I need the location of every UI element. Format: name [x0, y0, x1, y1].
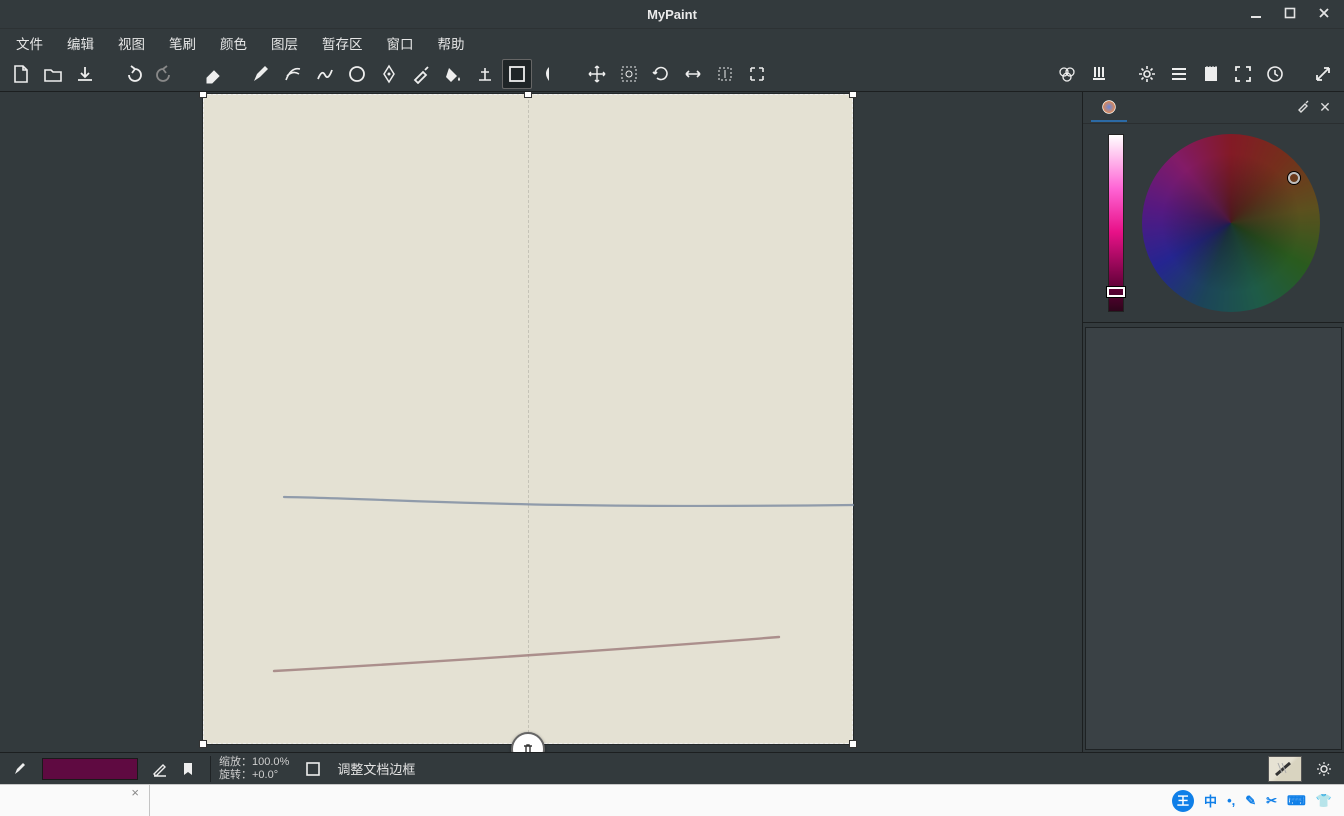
frame-handle-tr[interactable] — [849, 92, 857, 98]
canvas-viewport[interactable] — [0, 92, 1082, 752]
mode-label: 调整文档边框 — [337, 759, 415, 778]
status-edit-icon[interactable] — [146, 756, 174, 782]
frame-handle-bl[interactable] — [199, 740, 207, 748]
close-button[interactable] — [1318, 6, 1330, 22]
zoom-label: 缩放： — [219, 756, 252, 768]
color-panel-header: ✕ — [1083, 92, 1344, 124]
fit-screen-icon[interactable] — [742, 59, 772, 89]
zoom-value: 100.0% — [252, 756, 289, 768]
tray-item-0[interactable]: 中 — [1204, 791, 1217, 810]
ink-pen-icon[interactable] — [374, 59, 404, 89]
settings-icon[interactable] — [1132, 59, 1162, 89]
color-panel: ✕ — [1083, 92, 1344, 323]
menu-help[interactable]: 帮助 — [426, 29, 477, 57]
frame-icon[interactable] — [502, 59, 532, 89]
new-file-icon[interactable] — [6, 59, 36, 89]
color-wheel-cursor[interactable] — [1288, 172, 1300, 184]
status-bar: 缩放：100.0% 旋转：+0.0° 调整文档边框 — [0, 752, 1344, 784]
expand-icon[interactable] — [1308, 59, 1338, 89]
window-controls — [1250, 6, 1344, 22]
lines-icon[interactable] — [278, 59, 308, 89]
tray-item-1[interactable]: •, — [1227, 793, 1235, 808]
freehand-curve-icon[interactable] — [310, 59, 340, 89]
symmetry-icon[interactable] — [534, 59, 564, 89]
stroke-1 — [204, 495, 854, 519]
menu-view[interactable]: 视图 — [106, 29, 157, 57]
main-toolbar — [0, 56, 1344, 92]
menu-layer[interactable]: 图层 — [259, 29, 310, 57]
status-brush-icon[interactable] — [6, 756, 34, 782]
taskbar-tab[interactable]: × — [0, 785, 150, 816]
menu-window[interactable]: 窗口 — [375, 29, 426, 57]
eraser-icon[interactable] — [198, 59, 228, 89]
status-settings-icon[interactable] — [1310, 756, 1338, 782]
value-strip[interactable] — [1108, 134, 1124, 312]
scratchpad-icon[interactable] — [1196, 59, 1226, 89]
tray-item-2[interactable]: ✎ — [1245, 793, 1256, 809]
frame-handle-tl[interactable] — [199, 92, 207, 98]
menu-bar: 文件 编辑 视图 笔刷 颜色 图层 暂存区 窗口 帮助 — [0, 28, 1344, 56]
window-titlebar: MyPaint — [0, 0, 1344, 28]
gradient-icon[interactable] — [470, 59, 500, 89]
stroke-2 — [204, 635, 854, 675]
color-picker-icon[interactable] — [406, 59, 436, 89]
zoom-rotation-info: 缩放：100.0% 旋转：+0.0° — [219, 756, 289, 780]
flood-fill-icon[interactable] — [438, 59, 468, 89]
redo-icon[interactable] — [150, 59, 180, 89]
ellipse-icon[interactable] — [342, 59, 372, 89]
ime-badge-icon[interactable]: 王 — [1172, 790, 1194, 812]
rotation-value: +0.0° — [252, 769, 278, 781]
options-icon[interactable] — [1164, 59, 1194, 89]
menu-scratch[interactable]: 暂存区 — [310, 29, 375, 57]
frame-handle-br[interactable] — [849, 740, 857, 748]
right-sidebar: ✕ — [1082, 92, 1344, 752]
brushes-panel-icon[interactable] — [1084, 59, 1114, 89]
color-wheel[interactable] — [1142, 134, 1320, 312]
main-area: ✕ — [0, 92, 1344, 752]
empty-panel — [1085, 327, 1342, 750]
frame-trash-button[interactable] — [511, 732, 545, 752]
tray-item-3[interactable]: ✂ — [1266, 793, 1277, 809]
menu-edit[interactable]: 编辑 — [55, 29, 106, 57]
menu-file[interactable]: 文件 — [4, 29, 55, 57]
brush-preview[interactable] — [1268, 756, 1302, 782]
color-swatches-icon[interactable] — [1052, 59, 1082, 89]
zoom-fit-icon[interactable] — [614, 59, 644, 89]
rotation-label: 旋转： — [219, 769, 252, 781]
color-wheel-tab[interactable] — [1091, 94, 1127, 122]
maximize-button[interactable] — [1284, 6, 1296, 22]
os-taskbar: × 王 中 •, ✎ ✂ ⌨ 👕 — [0, 784, 1344, 816]
frame-handle-tm[interactable] — [524, 92, 532, 98]
document-frame[interactable] — [203, 94, 853, 744]
menu-color[interactable]: 颜色 — [208, 29, 259, 57]
panel-close-icon[interactable]: ✕ — [1314, 99, 1336, 116]
brush-icon[interactable] — [246, 59, 276, 89]
system-tray: 王 中 •, ✎ ✂ ⌨ 👕 — [1172, 790, 1344, 812]
undo-icon[interactable] — [118, 59, 148, 89]
move-icon[interactable] — [582, 59, 612, 89]
status-frame-icon[interactable] — [299, 756, 327, 782]
fullscreen-icon[interactable] — [1228, 59, 1258, 89]
value-strip-cursor[interactable] — [1107, 287, 1125, 297]
status-bookmark-icon[interactable] — [174, 756, 202, 782]
menu-brush[interactable]: 笔刷 — [157, 29, 208, 57]
panel-picker-icon[interactable] — [1292, 99, 1314, 116]
open-file-icon[interactable] — [38, 59, 68, 89]
tray-item-5[interactable]: 👕 — [1316, 793, 1332, 809]
minimize-button[interactable] — [1250, 6, 1262, 22]
taskbar-tab-close-icon[interactable]: × — [131, 785, 139, 800]
rotate-icon[interactable] — [646, 59, 676, 89]
save-icon[interactable] — [70, 59, 100, 89]
history-icon[interactable] — [1260, 59, 1290, 89]
tray-item-4[interactable]: ⌨ — [1287, 793, 1306, 809]
current-color-swatch[interactable] — [42, 758, 138, 780]
app-title: MyPaint — [647, 7, 697, 22]
color-panel-body — [1083, 124, 1344, 322]
fit-height-icon[interactable] — [710, 59, 740, 89]
fit-width-icon[interactable] — [678, 59, 708, 89]
